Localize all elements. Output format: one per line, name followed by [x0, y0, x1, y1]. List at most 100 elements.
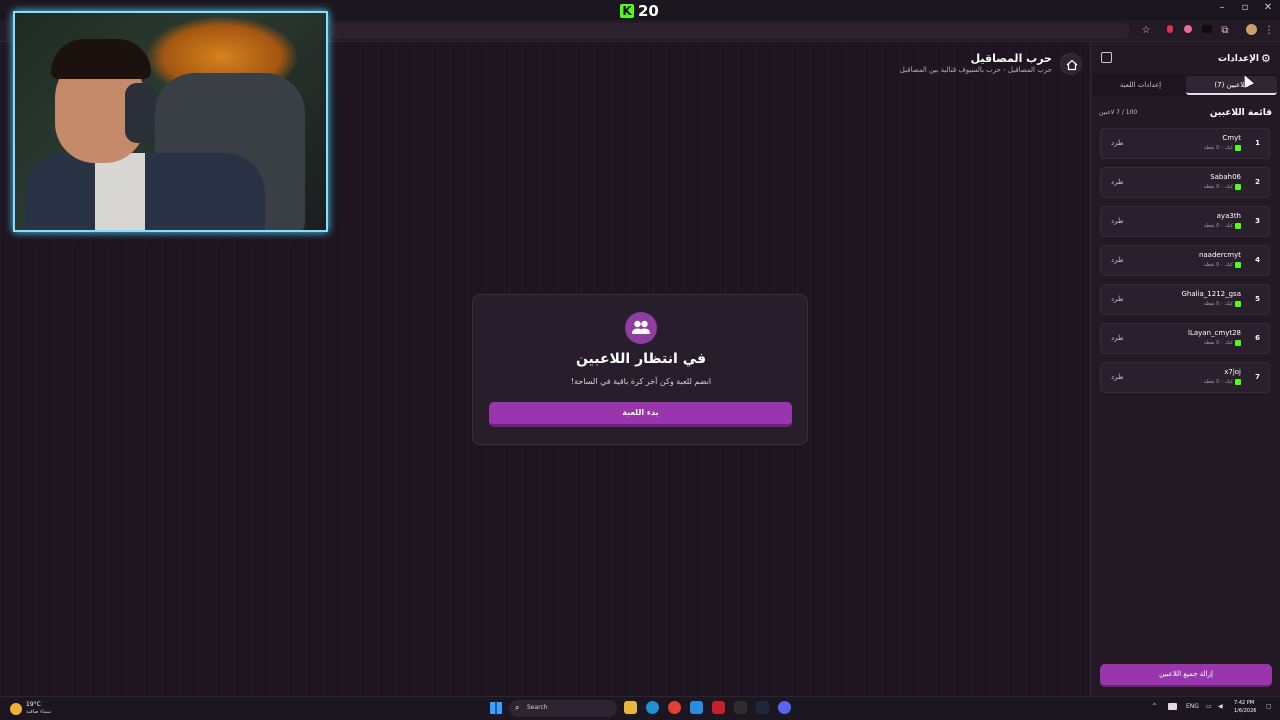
player-points: 0 نقطة	[1203, 145, 1220, 151]
tray-app-icon[interactable]	[1168, 703, 1177, 710]
clock-time[interactable]: 7:42 PM	[1234, 700, 1254, 706]
kick-logo-icon: K	[620, 4, 634, 18]
minimize-icon[interactable]: –	[1212, 2, 1232, 13]
remove-all-players-button[interactable]: إزالة جميع اللاعبين	[1100, 664, 1272, 687]
home-button[interactable]	[1060, 53, 1082, 75]
player-name: aya3th	[1216, 212, 1241, 220]
streamer-body	[25, 153, 265, 230]
bookmark-star-icon[interactable]: ☆	[1139, 24, 1153, 38]
weather-widget[interactable]: 19°C سماء صافية	[8, 700, 68, 718]
webcam-overlay	[13, 11, 328, 232]
steam-icon[interactable]	[756, 701, 769, 714]
page-header: حرب المصاقيل حرب المصاقيل - حرب بالسيوف …	[900, 50, 1086, 80]
player-row: 5 Ghalia_1212_gsa كيك · 0 نقطة طرد	[1100, 284, 1270, 315]
player-points: 0 نقطة	[1203, 379, 1220, 385]
extension-red-icon[interactable]	[1163, 24, 1177, 38]
kick-platform-icon	[1235, 145, 1241, 151]
player-name: Ghalia_1212_gsa	[1181, 290, 1241, 298]
chrome-icon[interactable]	[668, 701, 681, 714]
player-meta: كيك · 0 نقطة	[1204, 184, 1241, 190]
kick-viewer-count: 20	[638, 2, 659, 20]
player-meta: كيك · 0 نقطة	[1204, 340, 1241, 346]
player-name: lLayan_cmyt28	[1188, 329, 1241, 337]
notification-icon[interactable]: ▢	[1266, 703, 1272, 710]
weather-temperature: 19°C	[26, 701, 41, 708]
player-meta: كيك · 0 نقطة	[1204, 262, 1241, 268]
player-number: 7	[1255, 373, 1260, 381]
mcafee-icon[interactable]	[712, 701, 725, 714]
kick-player-button[interactable]: طرد	[1111, 178, 1124, 186]
gear-icon: ⚙	[1261, 52, 1271, 65]
tray-chevron-icon[interactable]: ^	[1152, 703, 1157, 710]
collapse-sidebar-icon[interactable]	[1101, 52, 1112, 63]
player-platform: كيك	[1224, 223, 1233, 229]
search-label: Search	[527, 704, 548, 711]
menu-dots-icon[interactable]: ⋮	[1262, 24, 1276, 38]
kick-platform-icon	[1235, 301, 1241, 307]
language-indicator[interactable]: ENG	[1186, 703, 1199, 710]
discord-icon[interactable]	[778, 701, 791, 714]
player-platform: كيك	[1224, 262, 1233, 268]
extension-pink-icon[interactable]	[1181, 24, 1195, 38]
page-title: حرب المصاقيل	[970, 52, 1052, 65]
volume-icon[interactable]: ◀	[1218, 703, 1223, 710]
maximize-icon[interactable]: ▫	[1235, 2, 1255, 13]
windows-start-icon[interactable]	[490, 702, 502, 714]
player-platform: كيك	[1224, 184, 1233, 190]
player-number: 6	[1255, 334, 1260, 342]
player-row: 4 naadercmyt كيك · 0 نقطة طرد	[1100, 245, 1270, 276]
player-points: 0 نقطة	[1203, 301, 1220, 307]
file-explorer-icon[interactable]	[624, 701, 637, 714]
player-number: 5	[1255, 295, 1260, 303]
weather-sun-icon	[10, 703, 22, 715]
tab-game-settings[interactable]: إعدادات اللعبة	[1095, 76, 1186, 95]
tab-players[interactable]: اللاعبين (7)	[1186, 76, 1277, 95]
player-points: 0 نقطة	[1203, 262, 1220, 268]
kick-player-button[interactable]: طرد	[1111, 373, 1124, 381]
waiting-title: في انتظار اللاعبين	[575, 351, 707, 367]
taskbar-search[interactable]: ⌕ Search	[509, 700, 617, 717]
profile-avatar-icon[interactable]	[1244, 24, 1258, 38]
streamer-hair	[51, 39, 151, 79]
waiting-card: في انتظار اللاعبين انضم للعبة وكن آخر كر…	[472, 294, 808, 445]
kick-platform-icon	[1235, 184, 1241, 190]
kick-platform-icon	[1235, 340, 1241, 346]
kick-player-button[interactable]: طرد	[1111, 295, 1124, 303]
start-game-button[interactable]: بدء اللعبة	[489, 402, 792, 427]
player-name: naadercmyt	[1198, 251, 1241, 259]
player-number: 2	[1255, 178, 1260, 186]
player-platform: كيك	[1224, 340, 1233, 346]
close-icon[interactable]: ✕	[1258, 2, 1278, 13]
extension-dark-icon[interactable]	[1200, 24, 1214, 38]
kick-player-button[interactable]: طرد	[1111, 139, 1124, 147]
streamer-shirt	[95, 153, 145, 230]
player-row: 6 lLayan_cmyt28 كيك · 0 نقطة طرد	[1100, 323, 1270, 354]
player-platform: كيك	[1224, 145, 1233, 151]
app-icon[interactable]	[734, 701, 747, 714]
player-points: 0 نقطة	[1203, 223, 1220, 229]
extensions-puzzle-icon[interactable]: ⧉	[1218, 24, 1232, 38]
edge-icon[interactable]	[646, 701, 659, 714]
player-meta: كيك · 0 نقطة	[1204, 223, 1241, 229]
player-name: Sabah06	[1210, 173, 1241, 181]
outlook-icon[interactable]	[690, 701, 703, 714]
player-row: 2 Sabah06 كيك · 0 نقطة طرد	[1100, 167, 1270, 198]
url-field[interactable]	[330, 23, 1130, 39]
kick-platform-icon	[1235, 379, 1241, 385]
player-meta: كيك · 0 نقطة	[1204, 301, 1241, 307]
player-meta: كيك · 0 نقطة	[1204, 145, 1241, 151]
clock-date[interactable]: 1/6/2026	[1234, 708, 1256, 714]
waiting-subtitle: انضم للعبة وكن آخر كرة باقية في الساحة!	[570, 377, 712, 386]
search-icon: ⌕	[515, 703, 520, 712]
kick-player-button[interactable]: طرد	[1111, 334, 1124, 342]
kick-player-button[interactable]: طرد	[1111, 256, 1124, 264]
player-number: 1	[1255, 139, 1260, 147]
players-list-title: قائمة اللاعبين	[1209, 108, 1272, 118]
player-points: 0 نقطة	[1203, 184, 1220, 190]
players-count: 100 / 7 لاعبين	[1099, 109, 1138, 116]
windows-taskbar: 19°C سماء صافية ⌕ Search ^ ENG ▭ ◀ 7:42 …	[0, 696, 1280, 720]
users-icon	[625, 312, 657, 344]
network-icon[interactable]: ▭	[1206, 703, 1212, 710]
player-number: 4	[1255, 256, 1260, 264]
kick-player-button[interactable]: طرد	[1111, 217, 1124, 225]
